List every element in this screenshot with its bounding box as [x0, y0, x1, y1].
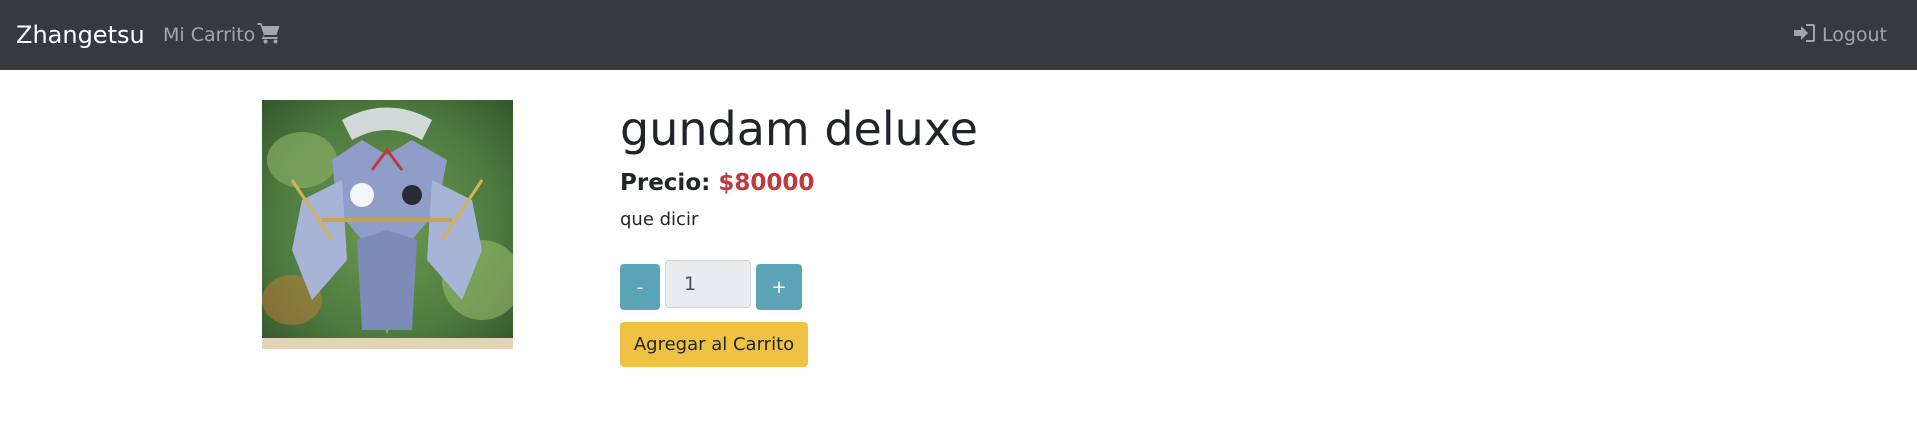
- product-image: [262, 100, 513, 349]
- top-navbar: Zhangetsu Mi Carrito Logout: [0, 0, 1917, 70]
- shopping-cart-icon: [257, 22, 282, 49]
- increment-button[interactable]: +: [756, 264, 802, 310]
- add-to-cart-button[interactable]: Agregar al Carrito: [620, 322, 808, 367]
- quantity-input[interactable]: [665, 260, 751, 308]
- logout-label: Logout: [1821, 24, 1887, 46]
- price-label: Precio:: [620, 170, 711, 196]
- price-value: $80000: [718, 170, 815, 196]
- product-title: gundam deluxe: [620, 102, 978, 156]
- cart-label: Mi Carrito: [163, 24, 256, 46]
- decrement-button[interactable]: -: [620, 264, 660, 310]
- sign-in-icon: [1793, 23, 1816, 48]
- brand-link[interactable]: Zhangetsu: [16, 0, 145, 70]
- logout-link[interactable]: Logout: [1793, 0, 1887, 70]
- price-row: Precio: $80000: [620, 168, 1520, 198]
- product-details: gundam deluxe Precio: $80000 que dicir -…: [620, 100, 1520, 367]
- product-description: que dicir: [620, 209, 699, 230]
- cart-link[interactable]: Mi Carrito: [163, 0, 282, 70]
